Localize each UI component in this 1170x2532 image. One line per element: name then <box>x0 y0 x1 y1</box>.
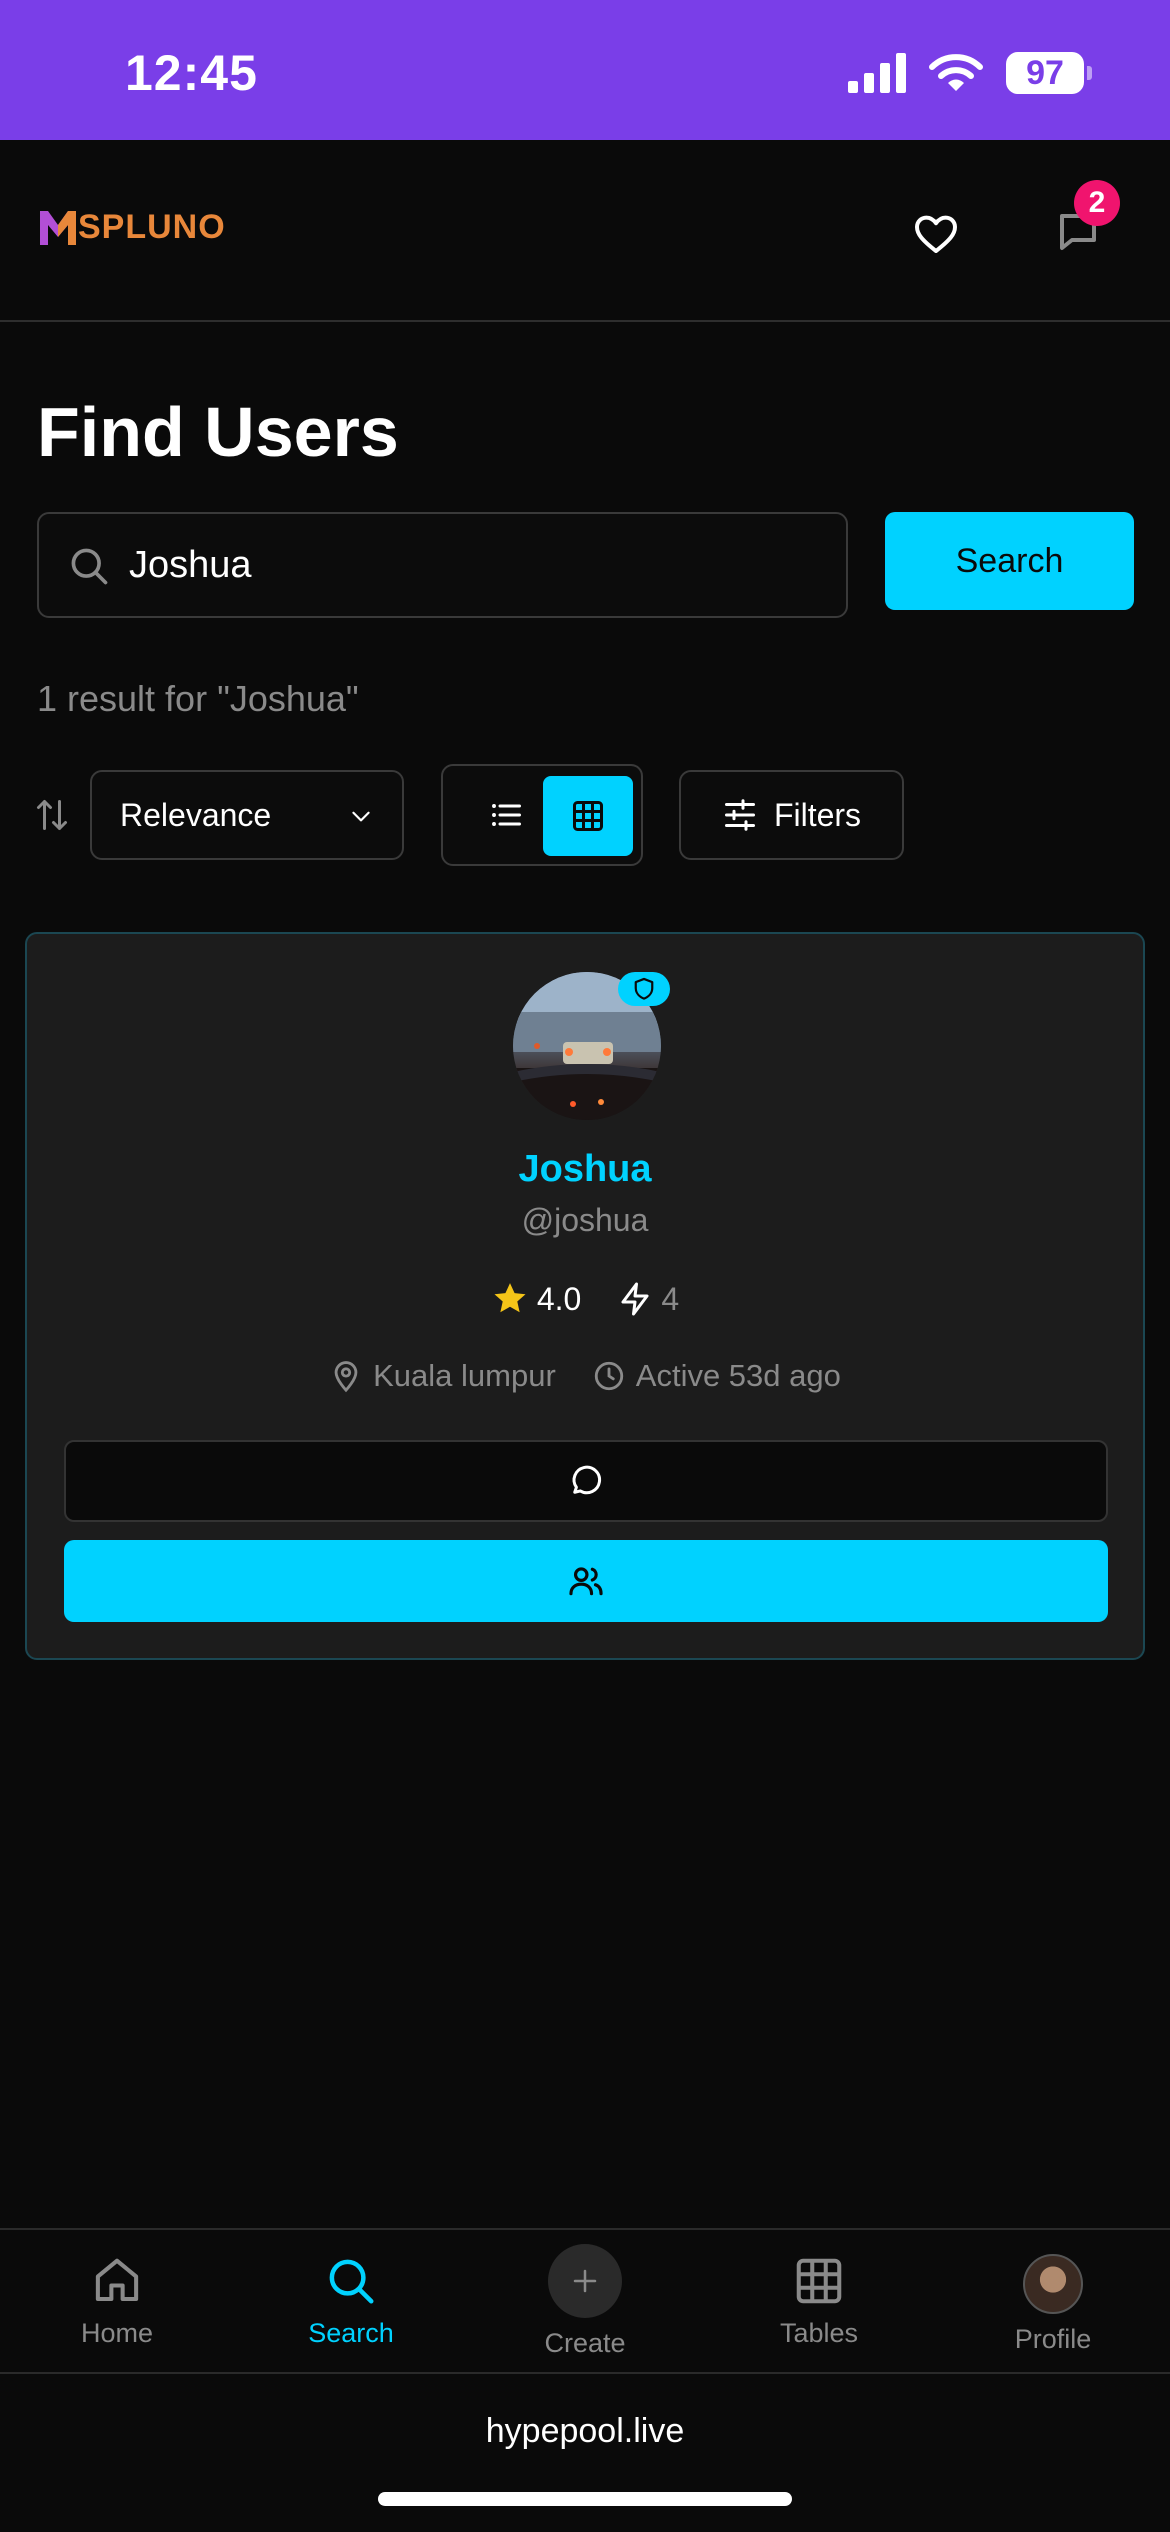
nav-item-tables[interactable]: Tables <box>702 2254 936 2349</box>
signal-icon <box>848 53 906 93</box>
nav-label-profile: Profile <box>1014 2324 1092 2354</box>
page-title: Find Users <box>37 393 399 471</box>
shield-icon <box>634 977 654 1000</box>
list-view-button[interactable] <box>471 780 541 850</box>
user-stats: 4.0 4 <box>27 1280 1143 1318</box>
nav-item-search[interactable]: Search <box>234 2254 468 2349</box>
plus-icon <box>573 2269 597 2293</box>
list-icon <box>492 804 521 826</box>
message-icon <box>572 1465 602 1495</box>
user-card[interactable]: Joshua @joshua 4.0 4 Kuala lumpur Active… <box>25 932 1145 1660</box>
status-bar: 12:45 97 <box>0 0 1170 140</box>
app-header: SPLUNO 2 <box>0 140 1170 322</box>
user-meta: Kuala lumpur Active 53d ago <box>27 1358 1143 1394</box>
heart-icon[interactable] <box>912 210 960 258</box>
nav-label-home: Home <box>80 2318 154 2348</box>
follow-button[interactable] <box>64 1540 1108 1622</box>
search-field[interactable] <box>37 512 848 618</box>
sliders-icon <box>724 799 755 831</box>
search-input[interactable] <box>129 514 829 616</box>
profile-avatar <box>1023 2254 1083 2314</box>
result-count: 1 result for "Joshua" <box>37 678 359 719</box>
grid-view-button[interactable] <box>543 776 633 856</box>
search-button[interactable]: Search <box>885 512 1134 610</box>
grid-icon <box>573 801 603 831</box>
filters-button[interactable]: Filters <box>679 770 904 860</box>
user-activity: Active 53d ago <box>635 1358 841 1393</box>
search-icon <box>329 2259 374 2304</box>
url-text[interactable]: hypepool.live <box>0 2412 1170 2451</box>
grid-icon <box>796 2258 842 2304</box>
sort-icon[interactable] <box>34 795 70 835</box>
filters-label: Filters <box>773 796 862 833</box>
clock-icon <box>594 1361 623 1391</box>
user-rating: 4.0 <box>536 1280 582 1317</box>
logo-mark-icon <box>40 210 76 245</box>
browser-url-bar[interactable]: hypepool.live <box>0 2376 1170 2532</box>
location-pin-icon <box>334 1361 358 1393</box>
verified-badge <box>618 972 670 1006</box>
user-name[interactable]: Joshua <box>27 1148 1143 1191</box>
star-icon <box>494 1283 526 1313</box>
nav-label-search: Search <box>308 2318 394 2348</box>
status-time: 12:45 <box>125 45 258 101</box>
battery-icon: 97 <box>1006 52 1092 94</box>
lightning-icon <box>621 1282 649 1316</box>
boost-count: 4 <box>661 1280 680 1317</box>
notification-badge: 2 <box>1074 180 1120 226</box>
search-icon <box>71 548 108 585</box>
bottom-nav: Home Search Create Tables Profile <box>0 2228 1170 2374</box>
user-location: Kuala lumpur <box>373 1358 556 1393</box>
view-toggle <box>441 764 643 866</box>
wifi-icon <box>929 54 983 91</box>
nav-item-home[interactable]: Home <box>0 2254 234 2349</box>
nav-item-profile[interactable]: Profile <box>936 2254 1170 2355</box>
nav-label-tables: Tables <box>779 2318 859 2348</box>
sort-dropdown[interactable]: Relevance <box>90 770 404 860</box>
status-icons: 97 <box>848 52 1092 94</box>
nav-item-create[interactable]: Create <box>468 2244 702 2359</box>
logo-text: SPLUNO <box>78 208 226 246</box>
home-indicator[interactable] <box>378 2492 792 2506</box>
create-button[interactable] <box>548 2244 622 2318</box>
logo[interactable]: SPLUNO <box>40 208 226 247</box>
message-button[interactable] <box>64 1440 1108 1522</box>
battery-level: 97 <box>1006 52 1084 94</box>
home-icon <box>95 2258 139 2302</box>
chevron-down-icon <box>352 811 370 822</box>
user-handle: @joshua <box>521 1202 649 1238</box>
users-icon <box>569 1567 603 1596</box>
sort-value: Relevance <box>120 797 272 833</box>
nav-label-create: Create <box>544 2328 626 2358</box>
